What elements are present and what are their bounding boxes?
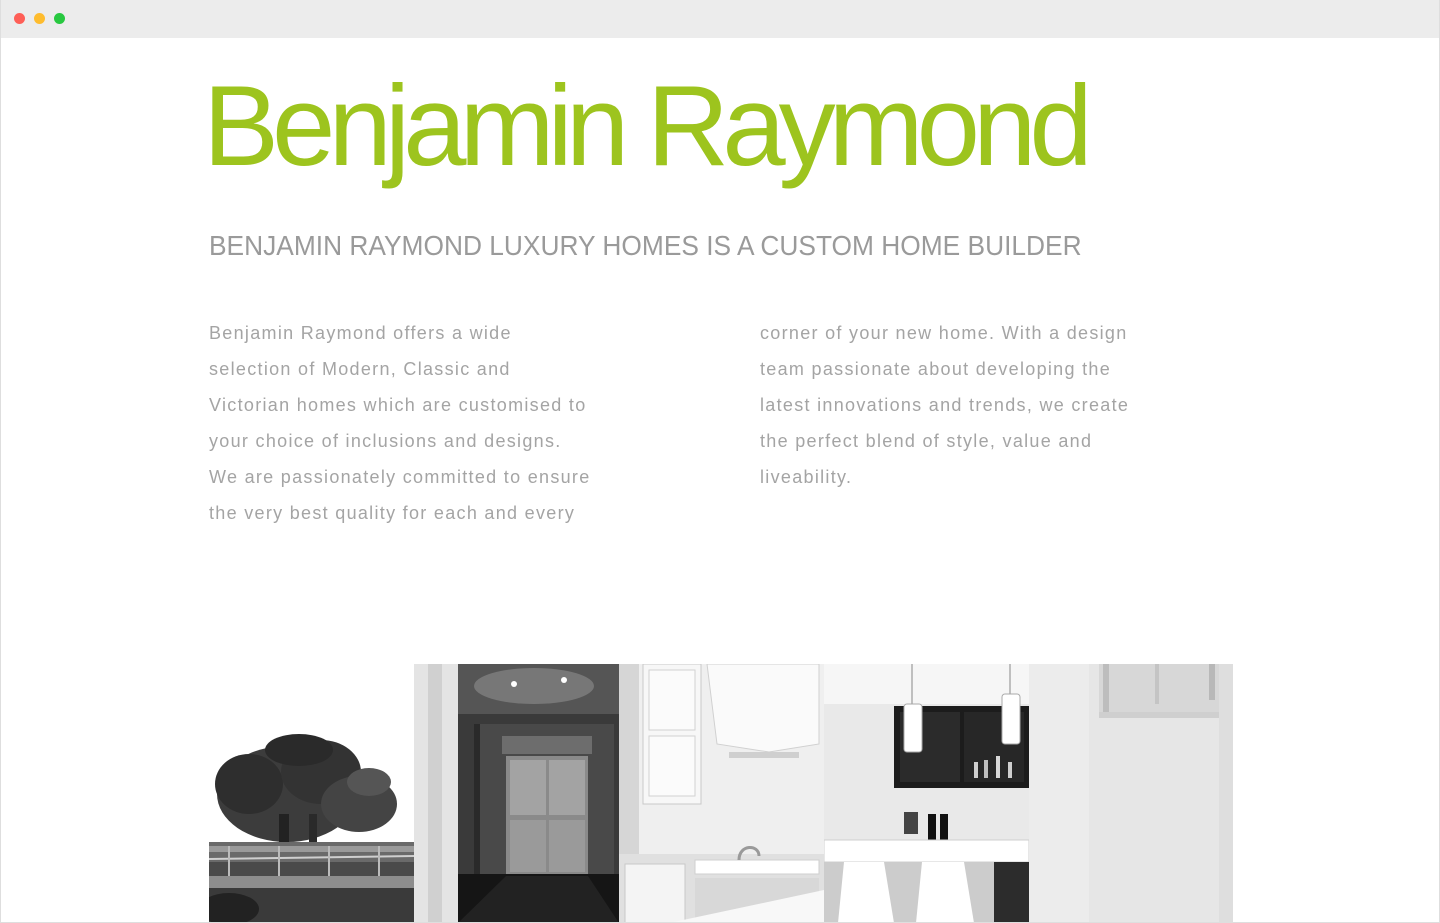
intro-right-line: the perfect blend of style, value and [760, 431, 1093, 451]
close-window-icon[interactable] [14, 13, 25, 24]
intro-right-line: latest innovations and trends, we create [760, 395, 1130, 415]
intro-left-line: We are passionately committed to ensure [209, 467, 591, 487]
hallway-door-photo-icon [414, 664, 619, 922]
intro-left-line: Victorian homes which are customised to [209, 395, 587, 415]
gallery-image-tree[interactable] [209, 664, 414, 922]
tagline: BENJAMIN RAYMOND LUXURY HOMES IS A CUSTO… [209, 230, 1082, 261]
kitchen-pendant-lights-photo-icon [824, 664, 1029, 922]
intro-left-line: the very best quality for each and every [209, 503, 576, 523]
gallery-image-kitchen[interactable] [619, 664, 824, 922]
intro-left-column: Benjamin Raymond offers a wide selection… [209, 315, 649, 531]
brand-name[interactable]: Benjamin Raymond [203, 62, 1093, 192]
intro-left-line: Benjamin Raymond offers a wide [209, 323, 512, 343]
intro-left-line: selection of Modern, Classic and [209, 359, 511, 379]
zoom-window-icon[interactable] [54, 13, 65, 24]
window-titlebar [1, 0, 1439, 38]
intro-right-line: liveability. [760, 467, 853, 487]
intro-right-column: corner of your new home. With a design t… [760, 315, 1200, 495]
gallery-image-pendant-kitchen[interactable] [824, 664, 1029, 922]
minimize-window-icon[interactable] [34, 13, 45, 24]
intro-right-line: team passionate about developing the [760, 359, 1112, 379]
intro-right-line: corner of your new home. With a design [760, 323, 1128, 343]
browser-window: Benjamin Raymond BENJAMIN RAYMOND LUXURY… [0, 0, 1440, 923]
gallery-image-hallway[interactable] [414, 664, 619, 922]
interior-wall-photo-icon [1029, 664, 1233, 922]
gallery-image-wall[interactable] [1029, 664, 1233, 922]
photo-gallery [209, 664, 1233, 922]
intro-left-line: your choice of inclusions and designs. [209, 431, 562, 451]
kitchen-photo-icon [619, 664, 824, 922]
tree-photo-icon [209, 664, 414, 922]
